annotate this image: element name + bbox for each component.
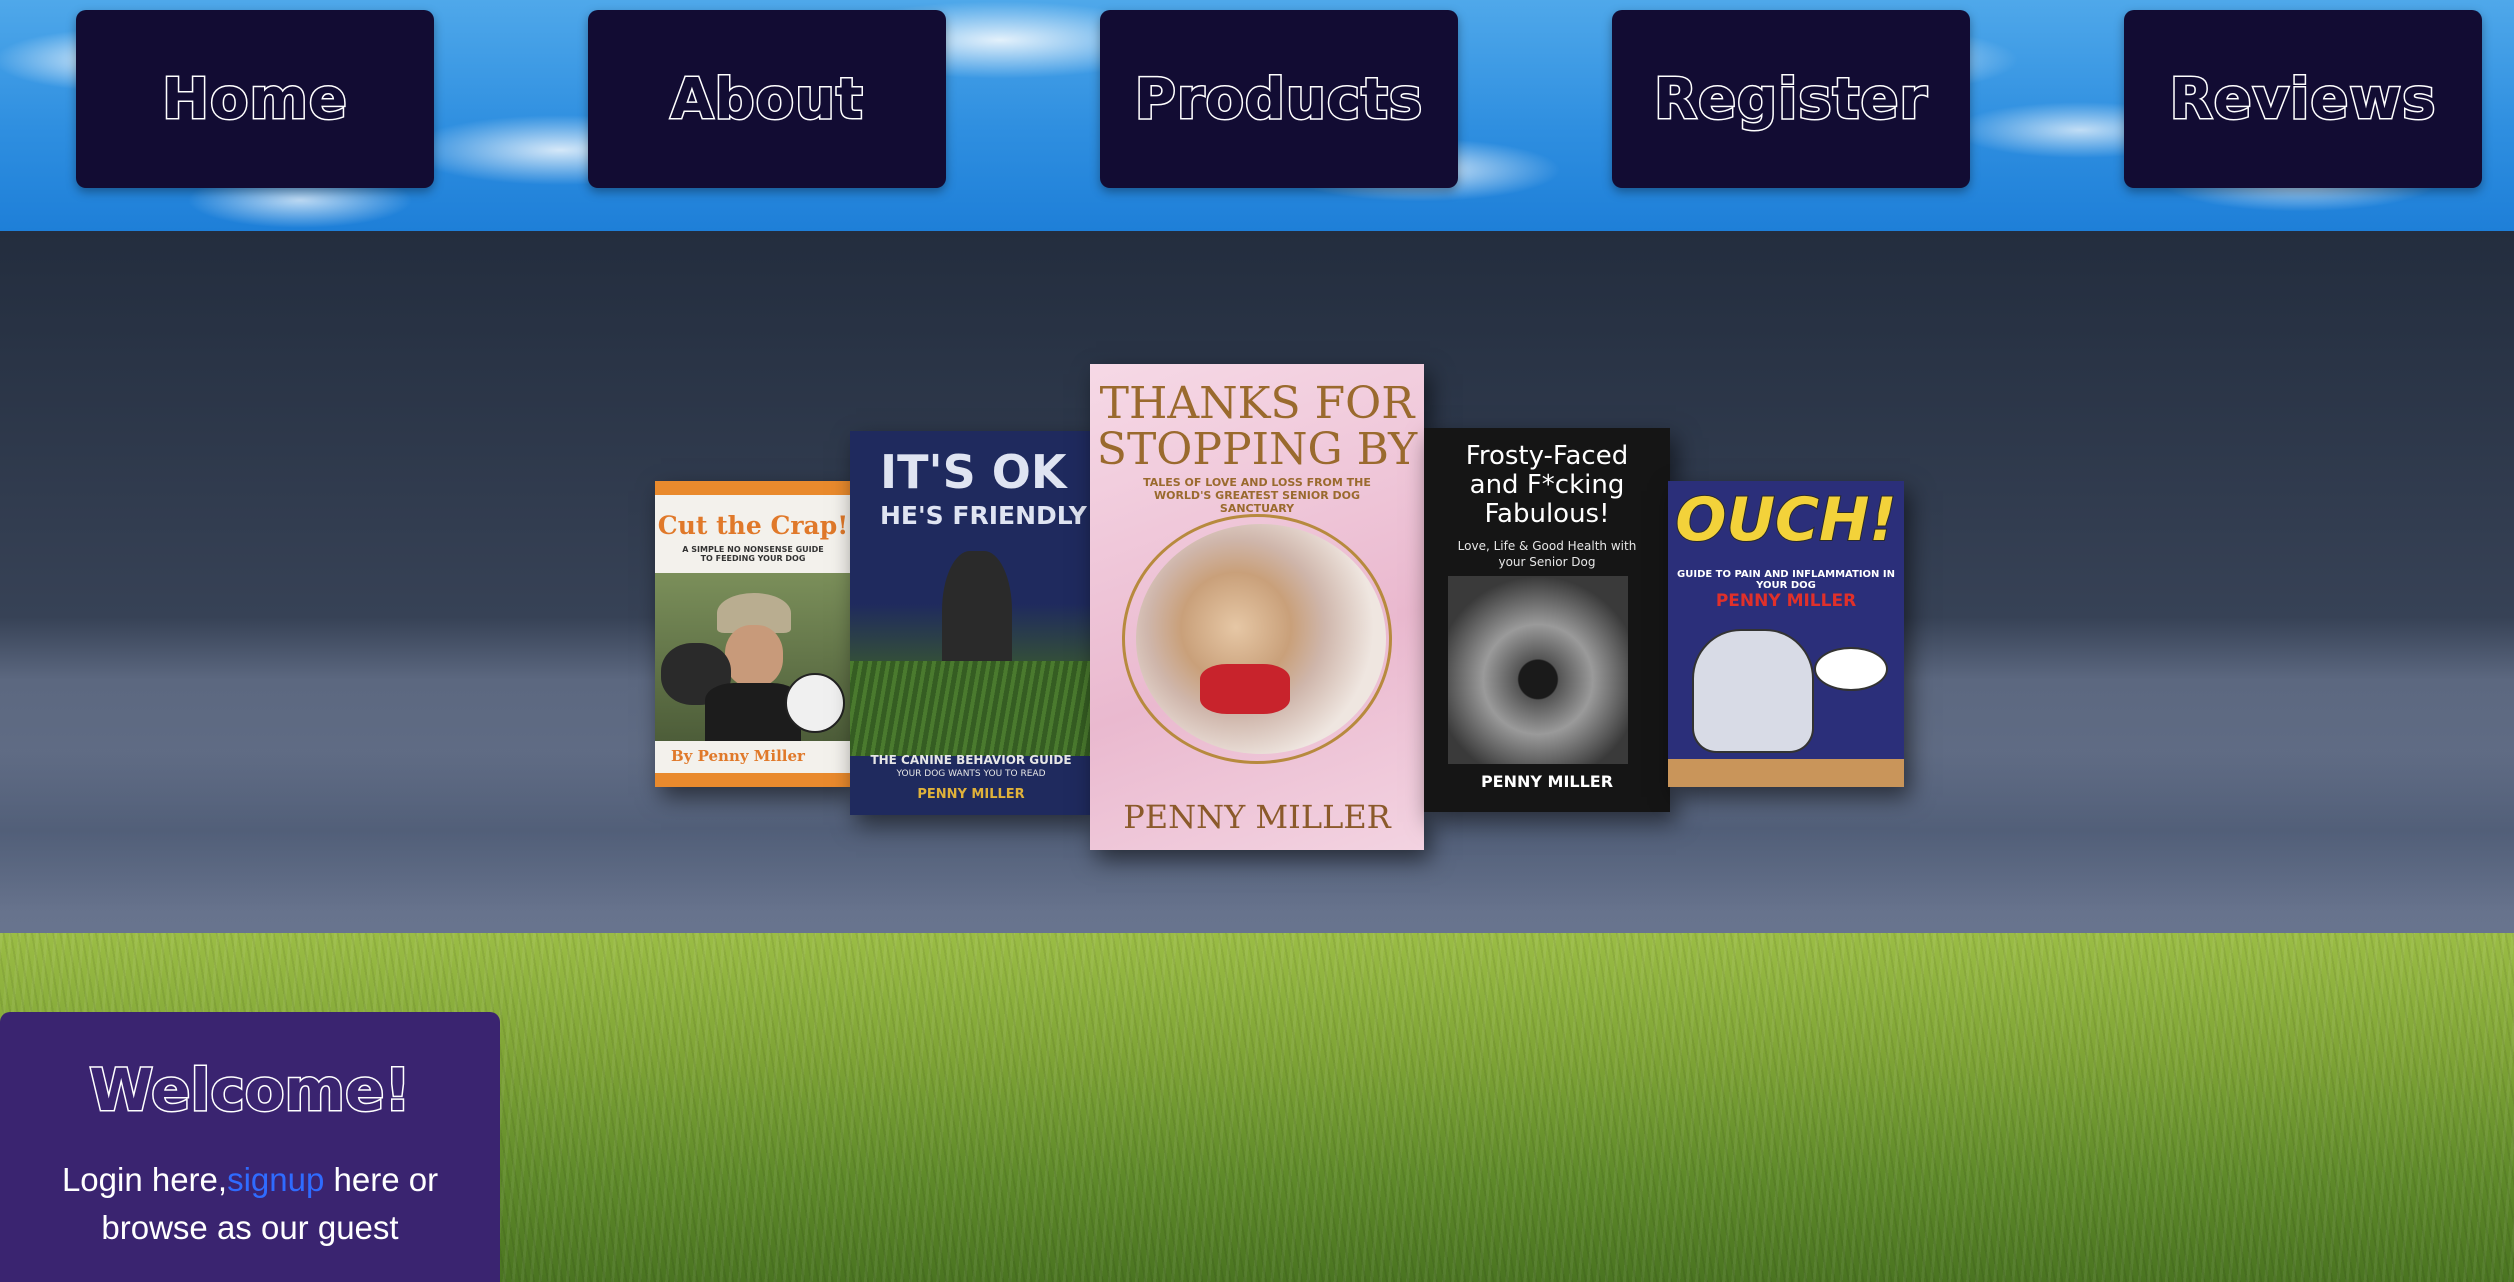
- bulldog-illustration: [1692, 629, 1814, 753]
- nav-home-button[interactable]: Home: [76, 10, 434, 188]
- book-cover-thanks-for-stopping-by[interactable]: THANKS FOR STOPPING BY TALES OF LOVE AND…: [1090, 364, 1424, 850]
- book-title-line1: THANKS FOR: [1099, 378, 1415, 429]
- book-title-line1: IT'S OK: [880, 445, 1067, 499]
- welcome-card: Welcome! Login here,signup here or brows…: [0, 1012, 500, 1282]
- book-title: Frosty-Faced and F*cking Fabulous!: [1465, 441, 1629, 529]
- nav-reviews-button[interactable]: Reviews: [2124, 10, 2482, 188]
- book-author: By Penny Miller: [671, 747, 805, 765]
- book-cover-ouch[interactable]: OUCH! GUIDE TO PAIN AND INFLAMMATION IN …: [1668, 481, 1904, 787]
- top-nav: Home About Products Register Reviews: [0, 0, 2514, 231]
- book-cover-frosty-faced[interactable]: Frosty-Faced and F*cking Fabulous! Love,…: [1424, 428, 1670, 812]
- book-author: PENNY MILLER: [917, 787, 1025, 802]
- nav-home-label: Home: [161, 65, 349, 133]
- book-subtitle: Love, Life & Good Health with your Senio…: [1457, 539, 1637, 569]
- signup-link[interactable]: signup: [227, 1161, 324, 1198]
- nav-register-label: Register: [1652, 65, 1929, 133]
- book-subtitle: THE CANINE BEHAVIOR GUIDE: [870, 753, 1072, 767]
- book-author: PENNY MILLER: [1715, 591, 1857, 611]
- book-title: OUCH!: [1674, 484, 1897, 556]
- nav-about-button[interactable]: About: [588, 10, 946, 188]
- nav-reviews-label: Reviews: [2168, 65, 2437, 133]
- speech-bubble: [1814, 647, 1888, 691]
- book-title-line2: STOPPING BY: [1096, 424, 1418, 475]
- login-text[interactable]: Login here,: [62, 1161, 227, 1198]
- book-author: PENNY MILLER: [1123, 798, 1391, 836]
- book-author: PENNY MILLER: [1480, 772, 1614, 791]
- nav-about-label: About: [669, 65, 865, 133]
- grass-illustration: [850, 661, 1092, 756]
- book-subtitle2: YOUR DOG WANTS YOU TO READ: [896, 769, 1046, 779]
- book-title-line2: HE'S FRIENDLY: [880, 501, 1087, 530]
- book-photo: [1136, 524, 1386, 754]
- nav-products-button[interactable]: Products: [1100, 10, 1458, 188]
- welcome-text: Login here,signup here or browse as our …: [20, 1156, 480, 1252]
- hero-banner: Cut the Crap! A SIMPLE NO NONSENSE GUIDE…: [0, 231, 2514, 933]
- book-photo: [655, 573, 851, 741]
- nav-products-label: Products: [1133, 65, 1424, 133]
- book-cover-cut-the-crap[interactable]: Cut the Crap! A SIMPLE NO NONSENSE GUIDE…: [655, 481, 851, 787]
- book-cover-its-ok-hes-friendly[interactable]: IT'S OK HE'S FRIENDLY THE CANINE BEHAVIO…: [850, 431, 1092, 815]
- nav-register-button[interactable]: Register: [1612, 10, 1970, 188]
- book-subtitle: GUIDE TO PAIN AND INFLAMMATION IN YOUR D…: [1677, 569, 1895, 591]
- welcome-heading: Welcome!: [88, 1055, 413, 1126]
- book-title: Cut the Crap!: [657, 511, 849, 540]
- book-subtitle: TALES OF LOVE AND LOSS FROM THE WORLD'S …: [1143, 476, 1371, 515]
- book-subtitle: A SIMPLE NO NONSENSE GUIDE TO FEEDING YO…: [682, 545, 824, 563]
- book-photo: [1448, 576, 1628, 764]
